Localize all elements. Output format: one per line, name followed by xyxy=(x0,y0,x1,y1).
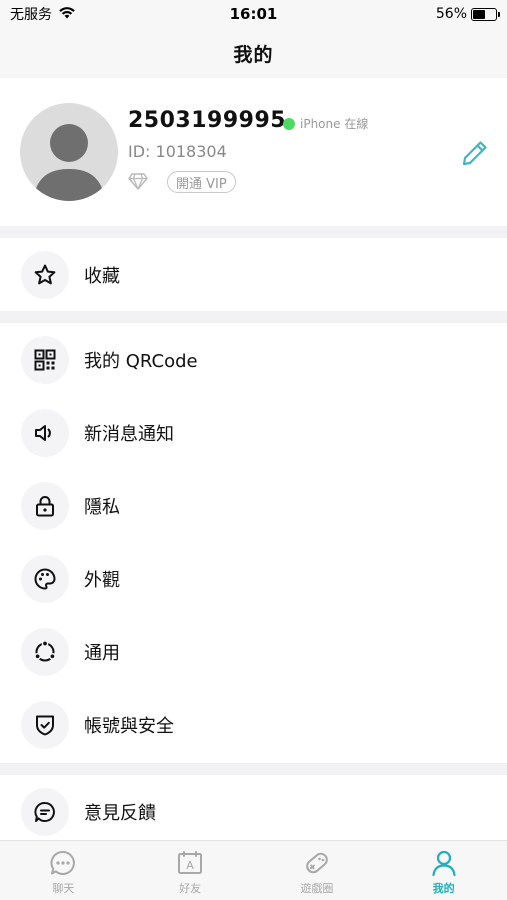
wifi-icon xyxy=(58,6,76,23)
tab-label: 聊天 xyxy=(52,882,75,895)
menu-item-appearance[interactable]: 外觀 xyxy=(0,542,507,615)
avatar[interactable] xyxy=(20,103,118,201)
menu-item-notifications[interactable]: 新消息通知 xyxy=(0,396,507,469)
gamepad-icon xyxy=(306,852,328,874)
person-icon xyxy=(432,850,456,877)
menu-item-label: 帳號與安全 xyxy=(84,715,174,737)
menu-item-account-security[interactable]: 帳號與安全 xyxy=(0,688,507,761)
palette-icon xyxy=(21,554,69,603)
avatar-placeholder-icon xyxy=(33,124,105,201)
tab-games[interactable]: 遊戲圈 xyxy=(254,841,381,900)
battery-level xyxy=(473,9,486,19)
tab-label: 遊戲圈 xyxy=(300,882,334,895)
open-vip-button[interactable]: 開通 VIP xyxy=(167,171,236,193)
profile-card[interactable]: 2503199995 iPhone 在線 ID: 1018304 開通 VIP xyxy=(0,78,507,226)
menu-item-label: 意見反饋 xyxy=(84,802,156,824)
qrcode-icon xyxy=(21,335,69,384)
menu-item-general[interactable]: 通用 xyxy=(0,615,507,688)
menu-item-favorites[interactable]: 收藏 xyxy=(0,238,507,311)
menu-item-label: 新消息通知 xyxy=(84,423,174,445)
carrier-label: 无服务 xyxy=(10,7,52,23)
star-icon xyxy=(21,250,69,299)
online-status-label: iPhone 在線 xyxy=(300,117,369,131)
page-title: 我的 xyxy=(233,43,274,66)
menu-item-label: 收藏 xyxy=(84,265,120,287)
battery-percent: 56% xyxy=(435,6,467,22)
diamond-icon xyxy=(128,173,148,194)
tab-friends[interactable]: A 好友 xyxy=(127,841,254,900)
menu-item-qrcode[interactable]: 我的 QRCode xyxy=(0,323,507,396)
speaker-icon xyxy=(21,408,69,457)
chat-bubble-icon xyxy=(21,787,69,836)
menu-item-label: 隱私 xyxy=(84,496,120,518)
menu-item-label: 我的 QRCode xyxy=(84,350,198,372)
lock-icon xyxy=(21,481,69,530)
tab-chat[interactable]: 聊天 xyxy=(0,841,127,900)
nav-bar: 我的 xyxy=(0,28,507,78)
menu-item-label: 通用 xyxy=(84,642,120,664)
contacts-icon: A xyxy=(178,851,203,874)
pencil-icon xyxy=(462,141,487,166)
online-status: iPhone 在線 xyxy=(283,115,368,132)
battery-icon xyxy=(471,7,500,21)
tab-label: 好友 xyxy=(179,882,202,895)
vip-label: 開通 VIP xyxy=(176,176,227,192)
menu-group-settings: 我的 QRCode 新消息通知 隱私 外觀 通用 帳號與安全 xyxy=(0,323,507,763)
menu-group-feedback: 意見反饋 xyxy=(0,775,507,840)
tab-me[interactable]: 我的 xyxy=(380,841,507,900)
status-left: 无服务 xyxy=(10,4,76,24)
shield-check-icon xyxy=(21,700,69,749)
status-right: 56% xyxy=(435,6,500,22)
cycle-icon xyxy=(21,627,69,676)
edit-profile-button[interactable] xyxy=(460,138,490,172)
menu-item-privacy[interactable]: 隱私 xyxy=(0,469,507,542)
svg-text:A: A xyxy=(186,859,194,872)
online-dot-icon xyxy=(283,117,295,130)
status-time: 16:01 xyxy=(229,5,278,23)
user-id: ID: 1018304 xyxy=(128,142,227,161)
menu-item-label: 外觀 xyxy=(84,569,120,591)
tab-label: 我的 xyxy=(432,882,455,895)
username: 2503199995 xyxy=(128,108,287,133)
menu-group-favorites: 收藏 xyxy=(0,238,507,311)
chat-icon xyxy=(50,851,76,875)
status-bar: 无服务 16:01 56% xyxy=(0,0,507,28)
menu-item-feedback[interactable]: 意見反饋 xyxy=(0,775,507,848)
tab-bar: 聊天 A 好友 遊戲圈 我的 xyxy=(0,840,507,900)
